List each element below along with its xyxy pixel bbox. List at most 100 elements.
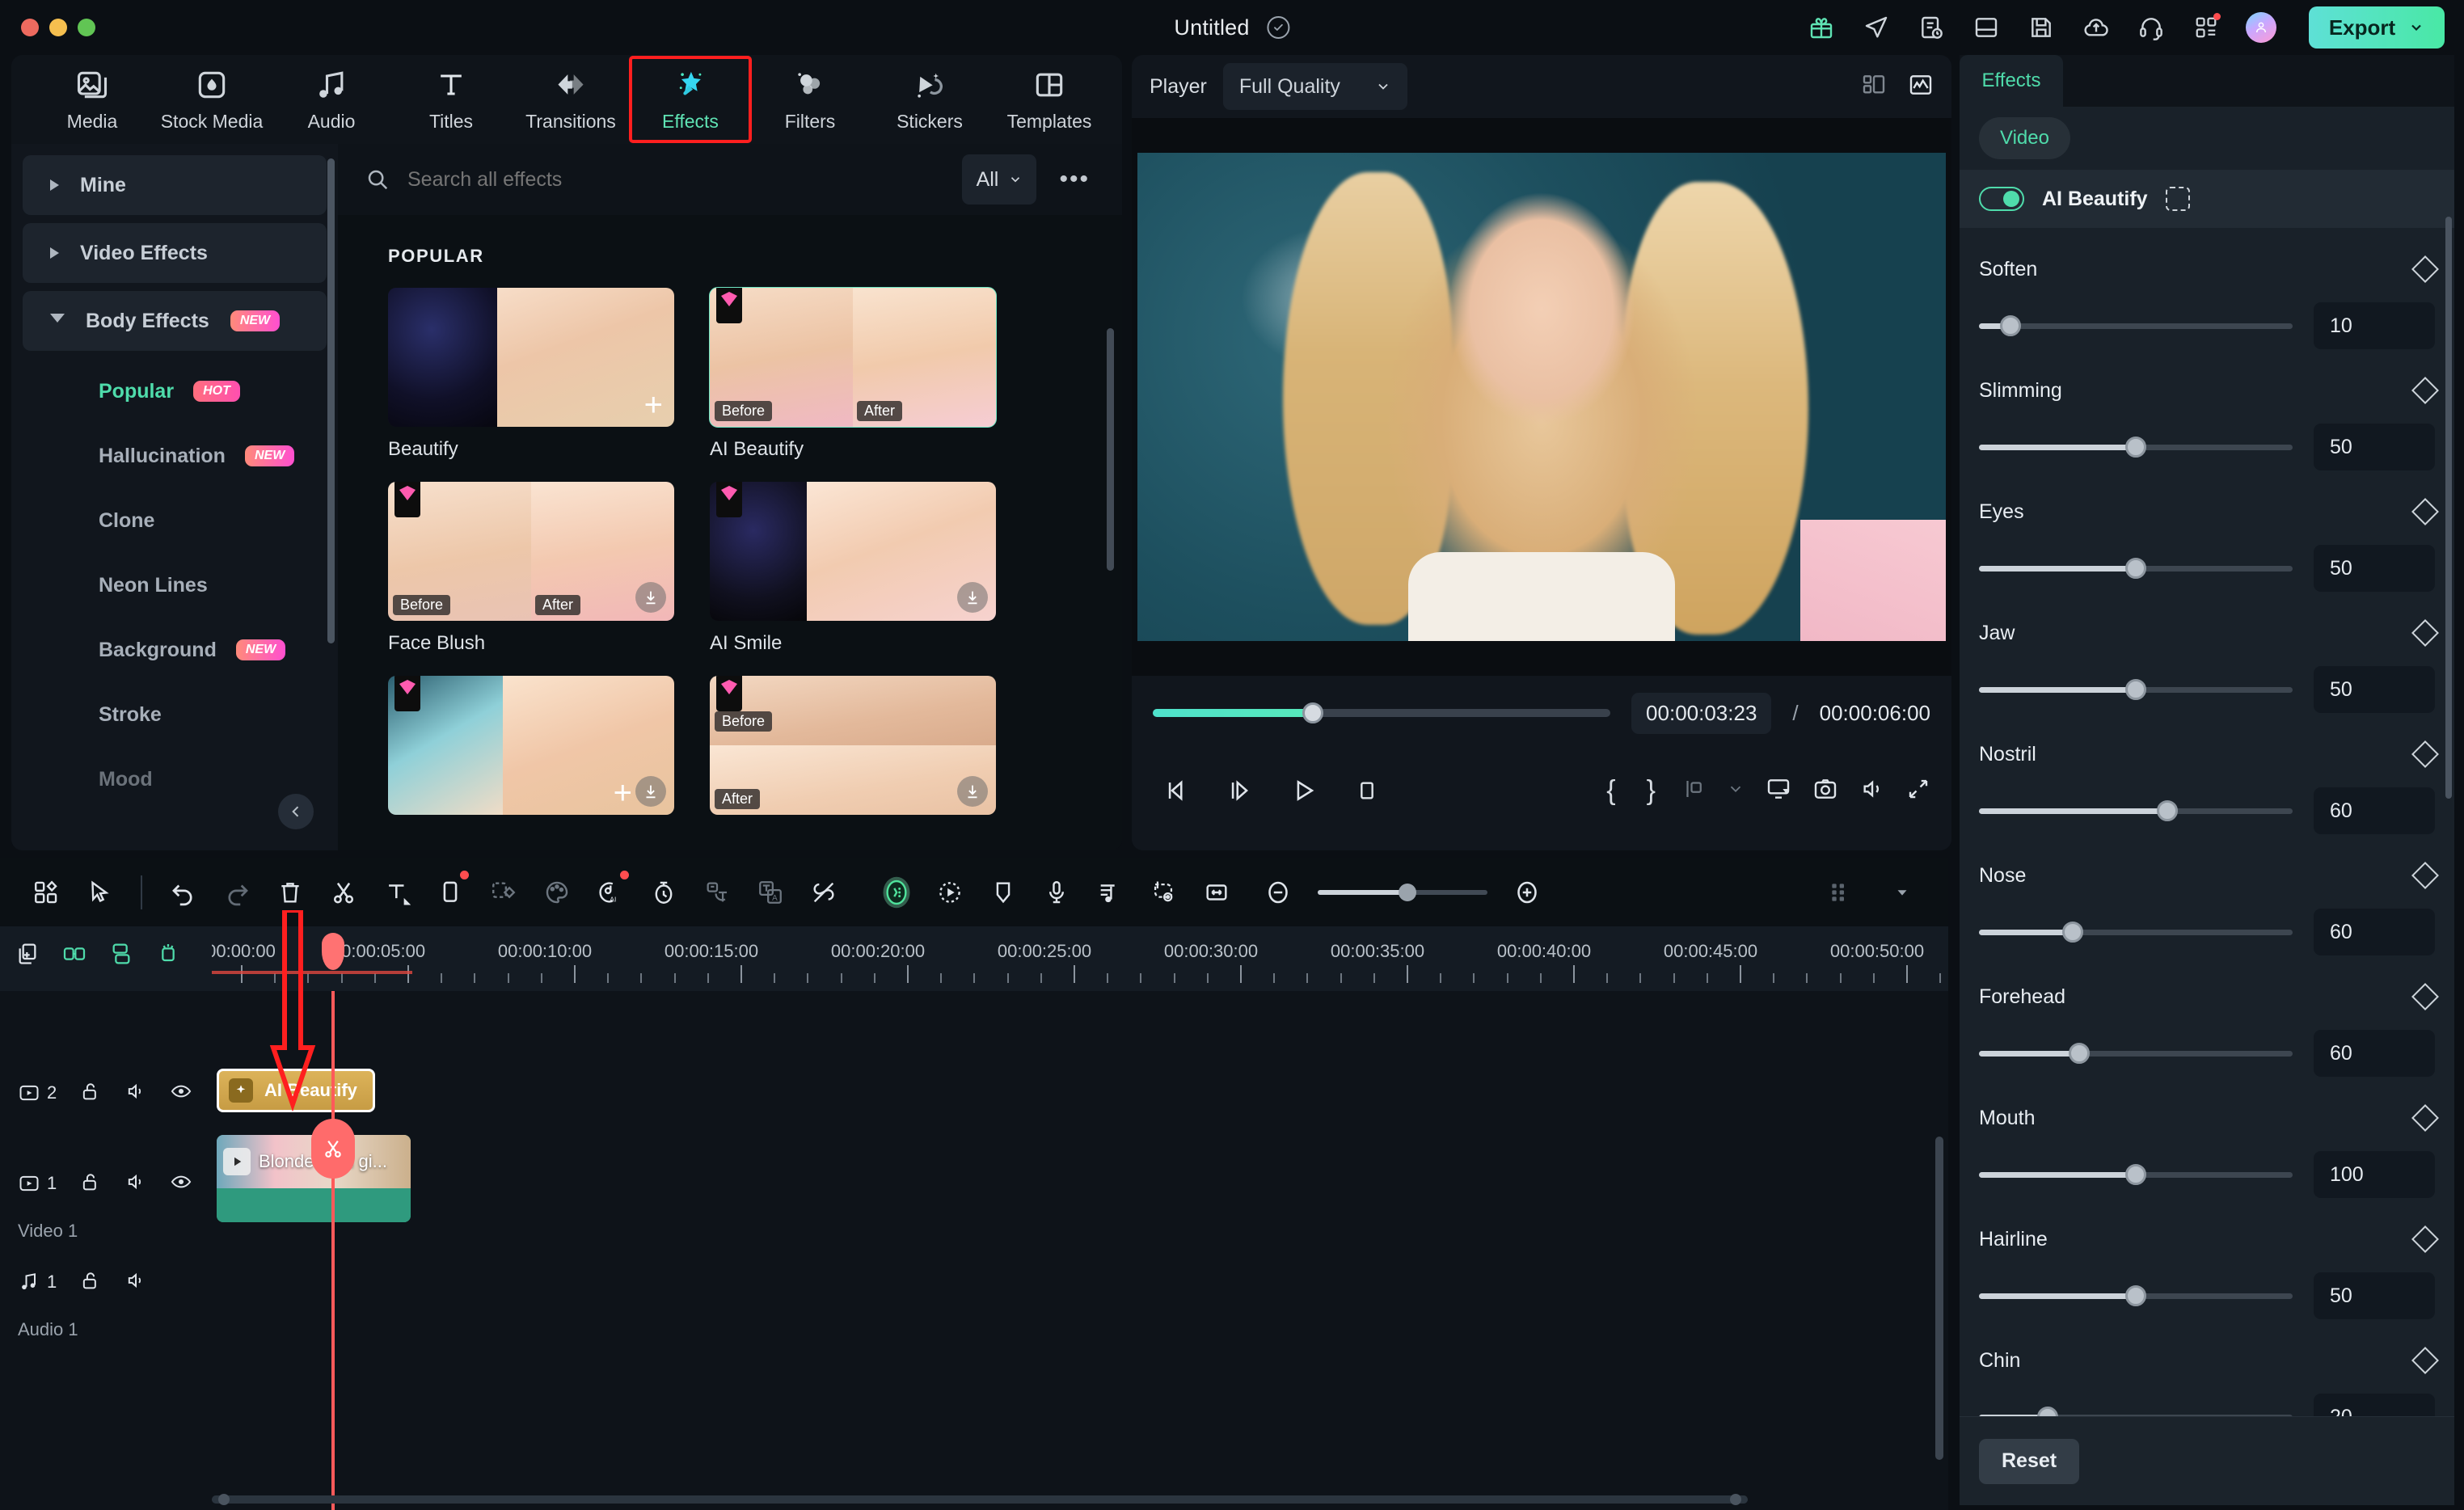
keyframe-diamond-icon[interactable] [2411,862,2439,889]
filter-all-dropdown[interactable]: All [962,154,1037,205]
mode-stickers[interactable]: Stickers [870,57,989,141]
param-value[interactable]: 50 [2314,424,2435,470]
effect-thumbnail[interactable]: Before After [710,676,996,815]
mode-filters[interactable]: Filters [750,57,870,141]
param-value[interactable]: 60 [2314,787,2435,834]
keyframe-diamond-icon[interactable] [2411,1347,2439,1374]
mode-stock-media[interactable]: Stock Media [152,57,272,141]
motion-tracking-icon[interactable] [923,866,977,919]
avatar[interactable] [2246,12,2276,43]
volume-icon[interactable] [1859,776,1885,806]
effect-thumbnail[interactable] [710,482,996,621]
mode-templates[interactable]: Templates [989,57,1109,141]
mute-icon[interactable] [124,1080,147,1107]
unlock-icon[interactable] [79,1080,102,1107]
param-value[interactable]: 60 [2314,1030,2435,1077]
insert-icon[interactable] [1681,777,1706,805]
mode-media[interactable]: Media [32,57,152,141]
track-list-icon[interactable] [1814,866,1867,919]
link-clips-icon[interactable] [108,941,134,971]
text-tool-icon[interactable] [370,866,424,919]
search-input[interactable] [407,167,945,192]
mask-select-icon[interactable] [2165,187,2190,211]
marker-icon[interactable] [977,866,1030,919]
layout-icon[interactable] [1971,12,2002,43]
download-icon[interactable] [957,582,988,613]
param-slider[interactable] [1979,437,2293,458]
download-icon[interactable] [957,776,988,807]
param-slider[interactable] [1979,800,2293,821]
timeline-scroll-thumb[interactable] [212,1495,1748,1504]
param-slider[interactable] [1979,679,2293,700]
scroll-handle-right[interactable] [1730,1494,1741,1505]
effect-thumbnail[interactable]: + [388,676,674,815]
more-options-button[interactable]: ••• [1054,166,1095,193]
unlock-icon[interactable] [79,1269,102,1296]
snapshot-camera-icon[interactable] [1812,776,1838,806]
effect-thumbnail[interactable]: + [388,288,674,427]
eye-icon[interactable] [170,1170,192,1197]
seek-slider[interactable] [1153,702,1611,723]
undo-icon[interactable] [157,866,210,919]
reset-button[interactable]: Reset [1979,1438,2080,1484]
effect-thumbnail[interactable]: Before After [388,482,674,621]
param-value[interactable]: 60 [2314,909,2435,955]
mode-transitions[interactable]: Transitions [511,57,631,141]
redo-icon[interactable] [210,866,264,919]
keyframe-diamond-icon[interactable] [2411,255,2439,283]
marker-flash-icon[interactable] [155,941,181,971]
fit-width-icon[interactable] [1190,866,1243,919]
keyframe-diamond-icon[interactable] [2411,983,2439,1010]
param-slider[interactable] [1979,1164,2293,1185]
unl[interactable] [79,1170,102,1197]
subtab-video[interactable]: Video [1979,117,2070,159]
add-effect-icon[interactable]: + [614,777,632,809]
effect-card[interactable]: Before After AI Beautify [709,287,997,461]
layout-grid-icon[interactable] [19,866,73,919]
param-slider[interactable] [1979,558,2293,579]
zoom-in-icon[interactable] [1500,866,1554,919]
timeline-zoom-slider[interactable] [1318,884,1487,901]
export-button[interactable]: Export [2309,6,2445,49]
duplicate-icon[interactable] [15,941,40,971]
scroll-handle-left[interactable] [218,1494,230,1505]
fullscreen-icon[interactable] [1906,777,1930,805]
playhead-handle[interactable] [322,933,344,970]
gift-icon[interactable] [1806,12,1837,43]
headset-support-icon[interactable] [2136,12,2167,43]
minimize-window-button[interactable] [49,19,67,36]
download-icon[interactable] [635,776,666,807]
playhead[interactable] [311,933,355,1510]
green-screen-icon[interactable] [1137,866,1190,919]
effect-thumbnail[interactable]: Before After [709,287,997,428]
stop-button[interactable] [1342,766,1392,816]
zoom-out-icon[interactable] [1251,866,1305,919]
param-value[interactable]: 50 [2314,545,2435,592]
effect-card[interactable]: AI Smile [710,482,996,655]
mark-in-button[interactable]: { [1601,775,1620,807]
keyframe-diamond-icon[interactable] [2411,619,2439,647]
auto-translate-icon[interactable]: A [744,866,797,919]
eye-icon[interactable] [170,1080,192,1107]
seek-handle[interactable] [1302,702,1324,723]
apps-grid-icon[interactable] [2191,12,2221,43]
split-view-icon[interactable] [1861,72,1887,102]
audio-mixer-icon[interactable] [1083,866,1137,919]
text-to-speech-icon[interactable] [690,866,744,919]
mark-out-button[interactable]: } [1642,775,1660,807]
category-body-effects[interactable]: Body Effects NEW [23,291,327,351]
tab-effects[interactable]: Effects [1960,55,2063,107]
mode-effects[interactable]: Effects [629,56,752,143]
prev-frame-button[interactable] [1153,766,1203,816]
keyframe-diamond-icon[interactable] [2411,1104,2439,1132]
play-button[interactable] [1279,766,1329,816]
project-title[interactable]: Untitled [1174,15,1249,40]
subcategory-neon-lines[interactable]: Neon Lines [11,553,338,618]
category-video-effects[interactable]: Video Effects [23,223,327,283]
properties-scrollbar[interactable] [2445,217,2452,799]
group-link-icon[interactable] [61,941,87,971]
timeline-vertical-scrollbar[interactable] [1935,1137,1943,1460]
collapse-panel-button[interactable] [278,794,314,829]
split-scissors-icon[interactable] [317,866,370,919]
keyframe-diamond-icon[interactable] [2411,498,2439,525]
